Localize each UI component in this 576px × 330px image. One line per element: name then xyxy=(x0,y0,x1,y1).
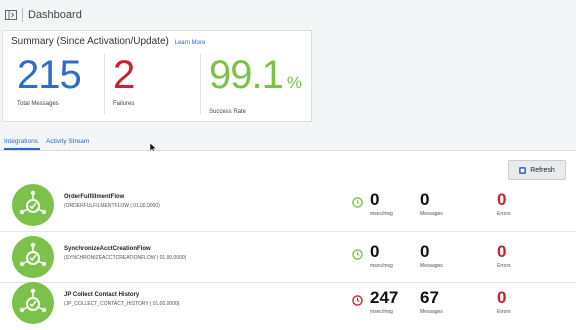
integration-name[interactable]: OrderFulfillmentFlow xyxy=(64,194,124,200)
errors-value: 0 xyxy=(497,190,507,209)
tab-integrations[interactable]: Integrations xyxy=(4,138,40,150)
failures-value: 2 xyxy=(113,53,135,97)
integration-row[interactable]: JP Collect Contact History (JP_COLLECT_C… xyxy=(0,279,576,327)
messages-stat: 0 Messages xyxy=(420,243,443,269)
errors-stat: 0 Errors xyxy=(497,289,511,315)
success-rate-value: 99.1 xyxy=(209,53,284,97)
messages-value: 0 xyxy=(420,242,430,261)
tab-bar: Integrations Activity Stream xyxy=(0,134,576,151)
integration-row[interactable]: SynchronizeAcctCreationFlow (SYNCHRONIZE… xyxy=(0,233,576,281)
errors-stat: 0 Errors xyxy=(497,243,511,269)
clock-icon xyxy=(352,295,363,306)
messages-stat: 67 Messages xyxy=(420,289,443,315)
integrations-panel: Refresh OrderFulfillmentFlow (ORDERFULFI… xyxy=(0,151,576,330)
page-title: Dashboard xyxy=(28,9,82,21)
panel-toggle-icon[interactable] xyxy=(4,8,18,22)
errors-label: Errors xyxy=(497,309,511,315)
time-stat: 247 msec/msg xyxy=(370,289,398,315)
summary-title-text: Summary (Since Activation/Update) xyxy=(11,36,169,47)
summary-card: Summary (Since Activation/Update) Learn … xyxy=(2,30,312,122)
errors-label: Errors xyxy=(497,211,511,217)
header-divider xyxy=(22,8,23,22)
success-rate-unit: % xyxy=(286,73,302,92)
messages-stat: 0 Messages xyxy=(420,191,443,217)
learn-more-link[interactable]: Learn More xyxy=(175,40,206,46)
messages-value: 0 xyxy=(420,190,430,209)
errors-stat: 0 Errors xyxy=(497,191,511,217)
time-stat: 0 msec/msg xyxy=(370,243,393,269)
success-rate-value-row: 99.1% xyxy=(209,53,302,103)
refresh-button[interactable]: Refresh xyxy=(508,160,566,180)
refresh-label: Refresh xyxy=(530,166,555,174)
integration-flow-icon xyxy=(12,236,54,278)
integration-flow-icon xyxy=(12,282,54,324)
header-bar: Dashboard xyxy=(0,0,576,30)
success-rate-metric: 99.1% Success Rate xyxy=(209,53,302,117)
integration-code: (ORDERFULFILMENTFLOW | 01.00.0000) xyxy=(64,203,160,209)
errors-label: Errors xyxy=(497,263,511,269)
summary-title: Summary (Since Activation/Update) Learn … xyxy=(11,36,205,47)
time-label: msec/msg xyxy=(370,211,393,217)
integration-flow-icon xyxy=(12,184,54,226)
metric-divider xyxy=(104,53,105,115)
time-label: msec/msg xyxy=(370,309,393,315)
integration-name[interactable]: JP Collect Contact History xyxy=(64,292,139,298)
clock-icon xyxy=(352,249,363,260)
messages-label: Messages xyxy=(420,309,443,315)
integration-row[interactable]: OrderFulfillmentFlow (ORDERFULFILMENTFLO… xyxy=(0,181,576,229)
time-label: msec/msg xyxy=(370,263,393,269)
messages-label: Messages xyxy=(420,263,443,269)
errors-value: 0 xyxy=(497,288,507,307)
errors-value: 0 xyxy=(497,242,507,261)
time-stat: 0 msec/msg xyxy=(370,191,393,217)
total-messages-metric: 215 Total Messages xyxy=(17,53,82,117)
failures-metric: 2 Failures xyxy=(113,53,135,117)
metric-divider xyxy=(200,53,201,115)
failures-label: Failures xyxy=(113,101,135,107)
clock-icon xyxy=(352,197,363,208)
total-messages-value: 215 xyxy=(17,53,82,97)
row-divider xyxy=(0,231,576,232)
refresh-icon xyxy=(519,166,527,174)
integration-code: (JP_COLLECT_CONTACT_HISTORY | 01.00.0000… xyxy=(64,301,180,307)
time-value: 247 xyxy=(370,288,399,307)
success-rate-label: Success Rate xyxy=(209,109,247,115)
messages-value: 67 xyxy=(420,288,439,307)
messages-label: Messages xyxy=(420,211,443,217)
integration-name[interactable]: SynchronizeAcctCreationFlow xyxy=(64,246,151,252)
time-value: 0 xyxy=(370,190,380,209)
integration-code: (SYNCHRONIZEACCTCREATIONFLOW | 01.00.000… xyxy=(64,255,187,261)
time-value: 0 xyxy=(370,242,380,261)
tab-activity-stream[interactable]: Activity Stream xyxy=(46,138,89,148)
total-messages-label: Total Messages xyxy=(17,101,59,107)
